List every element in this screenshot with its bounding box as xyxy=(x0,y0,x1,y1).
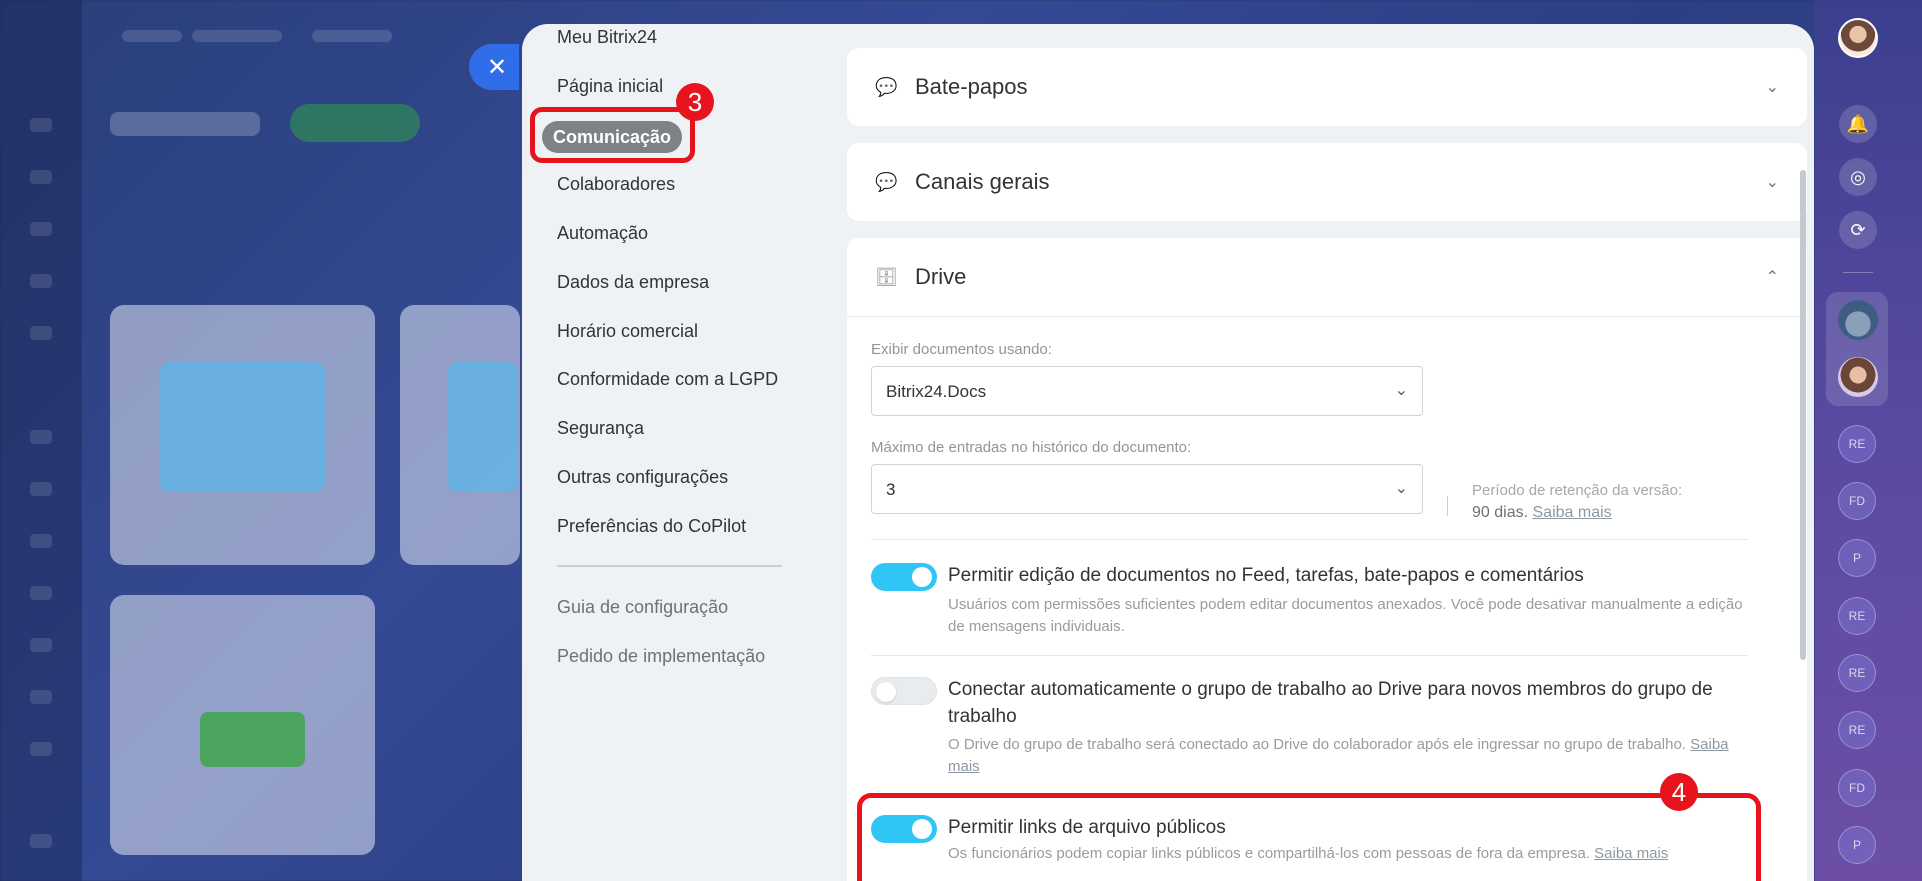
notifications-button[interactable]: 🔔 xyxy=(1839,105,1877,143)
rail-chat-badge[interactable]: RE xyxy=(1838,654,1876,692)
nav-item-copilot[interactable]: Preferências do CoPilot xyxy=(557,516,746,537)
section-title: Drive xyxy=(915,264,967,289)
callout-step-3: 3 xyxy=(676,83,714,121)
nav-item-lgpd[interactable]: Conformidade com a LGPD xyxy=(557,369,778,390)
chat-bubbles-icon: 💬 xyxy=(875,171,898,192)
section-title: Canais gerais xyxy=(915,169,1050,194)
nav-link-pedido-implementacao[interactable]: Pedido de implementação xyxy=(557,646,765,667)
copilot-button[interactable]: ◎ xyxy=(1839,158,1877,196)
nav-item-meu-bitrix24[interactable]: Meu Bitrix24 xyxy=(557,27,657,48)
chevron-down-icon[interactable]: ⌄ xyxy=(1766,172,1779,192)
docs-editor-select[interactable]: Bitrix24.Docs ⌄ xyxy=(871,366,1423,416)
history-entries-label: Máximo de entradas no histórico do docum… xyxy=(871,439,1192,456)
retention-value: 90 dias. xyxy=(1472,504,1529,521)
option-doc-editing-desc: Usuários com permissões suficientes pode… xyxy=(948,596,1743,635)
rail-chat-avatar[interactable] xyxy=(1838,300,1878,340)
nav-item-automacao[interactable]: Automação xyxy=(557,223,648,244)
background-left-rail xyxy=(0,0,82,881)
rail-chat-badge[interactable]: RE xyxy=(1838,597,1876,635)
history-entries-value: 3 xyxy=(886,480,896,499)
section-chats[interactable]: 💬 Bate-papos ⌄ xyxy=(847,48,1807,126)
nav-item-seguranca[interactable]: Segurança xyxy=(557,418,644,439)
background-add-button xyxy=(290,104,420,142)
docs-editor-value: Bitrix24.Docs xyxy=(886,382,987,401)
highlight-box-step-4 xyxy=(857,793,1761,881)
nav-item-dados-empresa[interactable]: Dados da empresa xyxy=(557,272,709,293)
docs-editor-label: Exibir documentos usando: xyxy=(871,341,1052,358)
field-separator xyxy=(1447,496,1448,516)
nav-item-horario-comercial[interactable]: Horário comercial xyxy=(557,321,698,342)
rail-chat-badge[interactable]: P xyxy=(1838,539,1876,577)
option-doc-editing-title: Permitir edição de documentos no Feed, t… xyxy=(948,565,1584,586)
history-entries-select[interactable]: 3 ⌄ xyxy=(871,464,1423,514)
drive-icon: 🗄 xyxy=(875,266,898,287)
nav-divider xyxy=(557,565,782,567)
option-workgroup-desc: O Drive do grupo de trabalho será conect… xyxy=(948,736,1686,753)
rail-chat-badge[interactable]: RE xyxy=(1838,425,1876,463)
nav-link-guia-configuracao[interactable]: Guia de configuração xyxy=(557,597,728,618)
rail-chat-badge[interactable]: FD xyxy=(1838,482,1876,520)
toggle-doc-editing[interactable] xyxy=(871,563,937,591)
chevron-down-icon: ⌄ xyxy=(1394,382,1408,399)
background-folder-icon xyxy=(448,362,518,492)
chevron-up-icon[interactable]: ⌃ xyxy=(1766,267,1779,287)
copilot-icon: ◎ xyxy=(1850,166,1866,187)
retention-label: Período de retenção da versão: xyxy=(1472,482,1683,499)
retention-learn-more-link[interactable]: Saiba mais xyxy=(1533,504,1612,521)
background-folder-icon xyxy=(160,362,325,492)
highlight-box-step-3 xyxy=(530,107,695,163)
callout-step-4: 4 xyxy=(1660,773,1698,811)
background-spreadsheet-icon xyxy=(200,712,305,767)
toggle-workgroup-autoconnect[interactable] xyxy=(871,677,937,705)
chat-bubbles-icon: 💬 xyxy=(875,76,898,97)
bell-icon: 🔔 xyxy=(1846,113,1870,134)
section-drive-header[interactable]: 🗄 Drive ⌃ xyxy=(847,238,1807,316)
nav-item-outras-configuracoes[interactable]: Outras configurações xyxy=(557,467,728,488)
panel-scrollbar[interactable] xyxy=(1800,170,1806,660)
section-divider xyxy=(847,316,1807,317)
close-icon: ✕ xyxy=(486,53,508,81)
chevron-down-icon[interactable]: ⌄ xyxy=(1766,77,1779,97)
nav-item-colaboradores[interactable]: Colaboradores xyxy=(557,174,675,195)
close-panel-button[interactable]: ✕ xyxy=(469,44,519,90)
rail-divider xyxy=(1843,272,1873,273)
option-workgroup-desc-block: O Drive do grupo de trabalho será conect… xyxy=(948,734,1758,778)
section-channels[interactable]: 💬 Canais gerais ⌄ xyxy=(847,143,1807,221)
retention-value-row: 90 dias. Saiba mais xyxy=(1472,504,1612,522)
user-avatar[interactable] xyxy=(1838,18,1878,58)
background-page-title xyxy=(110,112,260,136)
rail-chat-badge[interactable]: P xyxy=(1838,826,1876,864)
row-divider xyxy=(871,539,1748,540)
row-divider xyxy=(871,655,1748,656)
rail-chat-avatar[interactable] xyxy=(1838,357,1878,397)
chevron-down-icon: ⌄ xyxy=(1394,480,1408,497)
section-title: Bate-papos xyxy=(915,74,1028,99)
sync-button[interactable]: ⟳ xyxy=(1839,211,1877,249)
rail-chat-badge[interactable]: RE xyxy=(1838,711,1876,749)
option-workgroup-title: Conectar automaticamente o grupo de trab… xyxy=(948,679,1713,727)
sync-icon: ⟳ xyxy=(1850,219,1866,240)
nav-item-pagina-inicial[interactable]: Página inicial xyxy=(557,76,663,97)
rail-chat-badge[interactable]: FD xyxy=(1838,769,1876,807)
